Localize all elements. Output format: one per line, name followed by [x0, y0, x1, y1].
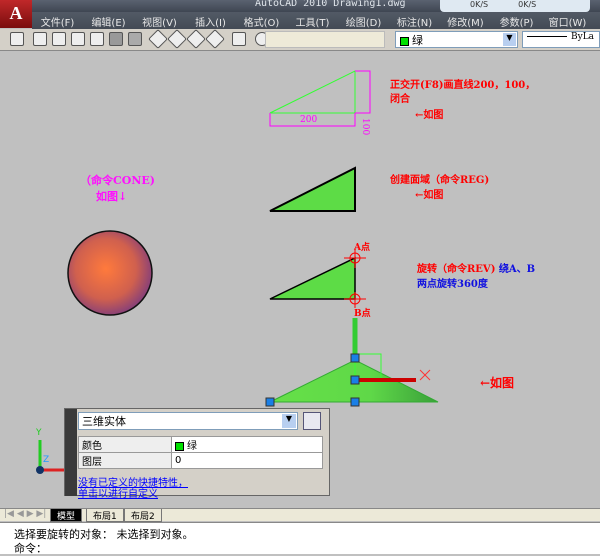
color-dropdown[interactable]: 绿 ▼ [395, 31, 518, 48]
step1-text: 正交开(F8)画直线200，100， [390, 80, 536, 91]
command-window[interactable]: 选择要旋转的对象： 未选择到对象。 命令： [0, 522, 600, 555]
customize-button[interactable] [303, 412, 321, 430]
tab-layout1[interactable]: 布局1 [86, 509, 124, 522]
ucs-z-label: Z [43, 455, 50, 465]
triangle-outline [269, 70, 356, 114]
grip[interactable] [350, 397, 360, 407]
menu-dimension[interactable]: 标注(N) [389, 12, 440, 29]
layout-tabs: |◀ ◀ ▶ ▶| 模型 布局1 布局2 [0, 508, 600, 522]
dim-200-text: 200 [300, 115, 318, 125]
tab-model[interactable]: 模型 [50, 509, 83, 522]
object-type-dropdown[interactable]: 三维实体 ▼ [78, 412, 298, 430]
prop-value[interactable]: 绿 [171, 436, 323, 453]
prop-value[interactable]: 0 [171, 452, 323, 469]
menu-bar: 文件(F) 编辑(E) 视图(V) 插入(I) 格式(O) 工具(T) 绘图(D… [32, 12, 600, 29]
cone-text-2: 如图↓ [96, 190, 128, 203]
back-view-icon[interactable] [128, 32, 142, 46]
chevron-down-icon[interactable]: ▼ [503, 33, 516, 46]
quick-properties-panel: 三维实体 ▼ 颜色绿 图层 0 没有已定义的快捷特性， 单击以进行自定义 [64, 408, 330, 500]
front-view-icon[interactable] [109, 32, 123, 46]
menu-view[interactable]: 视图(V) [134, 12, 185, 29]
tab-nav-icons[interactable]: |◀ ◀ ▶ ▶| [4, 509, 46, 519]
linetype-value: ByLa [571, 32, 595, 42]
download-speed: 0K/S [470, 0, 489, 9]
views-icon[interactable] [10, 32, 24, 46]
sw-iso-icon[interactable] [148, 29, 168, 49]
tab-layout2[interactable]: 布局2 [124, 509, 162, 522]
menu-insert[interactable]: 插入(I) [185, 12, 236, 29]
step3-text-2: 两点旋转360度 [417, 279, 488, 290]
x-mark-icon [419, 369, 431, 381]
menu-file[interactable]: 文件(F) [32, 12, 83, 29]
step1-arrow: ←如图 [415, 110, 444, 121]
step3-arrow: ←如图 [480, 376, 515, 390]
color-value: 绿 [187, 441, 197, 452]
object-type: 三维实体 [82, 415, 126, 428]
window-title: AutoCAD 2010 Drawing1.dwg [255, 0, 406, 9]
point-a-label: A点 [354, 243, 370, 253]
ucs-icon [36, 440, 64, 474]
menu-edit[interactable]: 编辑(E) [83, 12, 134, 29]
bottom-view-icon[interactable] [52, 32, 66, 46]
table-row: 图层 0 [78, 452, 323, 469]
chevron-down-icon[interactable]: ▼ [282, 414, 296, 428]
cone [67, 230, 153, 316]
grip[interactable] [350, 353, 360, 363]
color-value: 绿 [412, 34, 423, 47]
ucs-y-label: Y [36, 428, 42, 438]
green-swatch [400, 36, 409, 46]
step2-text: 创建面域（命令REG) [390, 175, 490, 186]
upload-speed: 0K/S [518, 0, 537, 9]
cone-text: （命令CONE) [80, 174, 155, 187]
menu-tools[interactable]: 工具(T) [287, 12, 338, 29]
step3-red: 旋转（命令REV) [417, 264, 496, 275]
top-view-icon[interactable] [33, 32, 47, 46]
net-speed-widget: 0K/S 0K/S [440, 0, 590, 12]
panel-grip[interactable] [65, 409, 77, 496]
properties-table: 颜色 绿 图层 0 [78, 436, 323, 469]
camera-icon[interactable] [232, 32, 246, 46]
dimension-100 [355, 70, 371, 114]
menu-draw[interactable]: 绘图(D) [338, 12, 389, 29]
profile-triangle [269, 256, 356, 300]
point-b-label: B点 [354, 309, 371, 319]
right-view-icon[interactable] [90, 32, 104, 46]
step3-text: 旋转（命令REV) 绕A、B [417, 260, 535, 275]
menu-parametric[interactable]: 参数(P) [491, 12, 542, 29]
customize-link-2[interactable]: 单击以进行自定义 [78, 485, 158, 500]
nw-iso-icon[interactable] [205, 29, 225, 49]
linetype-dropdown[interactable]: ByLa [522, 31, 600, 48]
grip[interactable] [265, 397, 275, 407]
step3-blue: 绕A、B [495, 264, 536, 275]
app-menu-button[interactable]: A [0, 0, 32, 28]
table-row: 颜色 绿 [78, 436, 323, 453]
menu-modify[interactable]: 修改(M) [440, 12, 491, 29]
menu-window[interactable]: 窗口(W) [542, 12, 593, 29]
step2-arrow: ←如图 [415, 190, 444, 201]
menu-format[interactable]: 格式(O) [236, 12, 287, 29]
left-view-icon[interactable] [71, 32, 85, 46]
se-iso-icon[interactable] [167, 29, 187, 49]
green-swatch [175, 441, 184, 451]
step1-text-2: 闭合 [390, 94, 410, 105]
prop-key: 图层 [78, 452, 172, 469]
prop-key: 颜色 [78, 436, 172, 453]
named-view-dropdown[interactable] [265, 31, 385, 48]
region-triangle [269, 166, 356, 212]
dim-100-text: 100 [360, 118, 370, 136]
grip[interactable] [350, 375, 360, 385]
ne-iso-icon[interactable] [186, 29, 206, 49]
